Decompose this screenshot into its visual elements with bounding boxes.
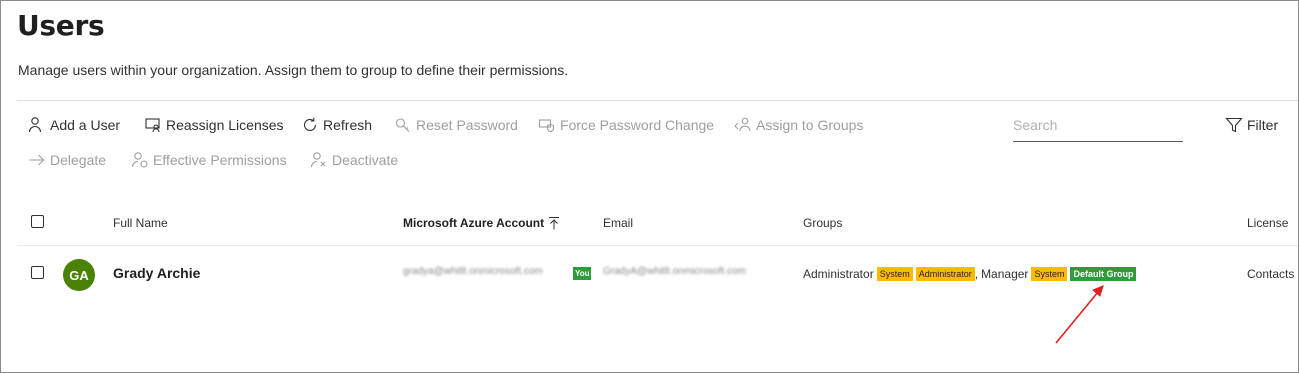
people-icon	[734, 117, 751, 132]
azure-account-value: gradya@whitlt.onmicrosoft.com	[403, 266, 543, 277]
shield-icon	[538, 119, 555, 133]
users-page: Users Manage users within your organizat…	[0, 0, 1299, 373]
filter-icon	[1225, 117, 1243, 133]
you-badge: You	[573, 267, 591, 280]
tag-administrator: Administrator	[915, 267, 975, 281]
license-value: Contacts	[1247, 267, 1295, 281]
column-header-full-name[interactable]: Full Name	[113, 216, 168, 230]
refresh-label: Refresh	[323, 117, 373, 133]
delegate-button[interactable]: Delegate	[28, 148, 106, 172]
reset-password-button[interactable]: Reset Password	[394, 113, 518, 137]
person-remove-icon	[310, 152, 326, 168]
filter-label: Filter	[1247, 117, 1279, 133]
refresh-icon	[303, 117, 317, 131]
red-arrow-icon	[1055, 285, 1104, 344]
reassign-licenses-label: Reassign Licenses	[166, 117, 284, 133]
page-title: Users	[17, 9, 105, 42]
header-row-divider	[17, 245, 1298, 246]
tag-system: System	[876, 267, 913, 281]
column-header-azure-account[interactable]: Microsoft Azure Account	[403, 216, 560, 230]
email-value: GradyA@whitlt.onmicrosoft.com	[603, 266, 746, 277]
key-icon	[395, 118, 410, 132]
reassign-licenses-button[interactable]: Reassign Licenses	[144, 113, 284, 137]
avatar: GA	[63, 259, 95, 291]
deactivate-button[interactable]: Deactivate	[310, 148, 398, 172]
user-full-name[interactable]: Grady Archie	[113, 265, 200, 281]
search-placeholder: Search	[1013, 117, 1058, 133]
reassign-licenses-icon	[145, 118, 160, 133]
person-settings-icon	[131, 152, 148, 168]
azure-account-header-label: Microsoft Azure Account	[403, 216, 545, 230]
deactivate-label: Deactivate	[332, 152, 399, 168]
add-user-label: Add a User	[50, 117, 121, 133]
column-header-email[interactable]: Email	[603, 216, 633, 230]
row-checkbox[interactable]	[31, 266, 44, 279]
delegate-label: Delegate	[50, 152, 107, 168]
header-divider	[17, 100, 1298, 101]
group-name-administrator: Administrator	[803, 267, 874, 281]
column-header-license[interactable]: License	[1247, 216, 1288, 230]
arrow-right-icon	[29, 154, 45, 166]
column-header-groups[interactable]: Groups	[803, 216, 842, 230]
add-user-button[interactable]: Add a User	[28, 113, 120, 137]
filter-button[interactable]: Filter	[1225, 113, 1278, 137]
force-password-change-button[interactable]: Force Password Change	[538, 113, 714, 137]
refresh-button[interactable]: Refresh	[301, 113, 372, 137]
search-input[interactable]: Search	[1013, 113, 1183, 142]
group-separator: ,	[974, 267, 979, 281]
effective-permissions-button[interactable]: Effective Permissions	[131, 148, 287, 172]
assign-to-groups-label: Assign to Groups	[756, 117, 864, 133]
effective-permissions-label: Effective Permissions	[153, 152, 287, 168]
page-subtitle: Manage users within your organization. A…	[18, 62, 569, 78]
assign-to-groups-button[interactable]: Assign to Groups	[734, 113, 863, 137]
sort-ascending-icon	[549, 217, 560, 230]
reset-password-label: Reset Password	[416, 117, 518, 133]
person-add-icon	[28, 117, 42, 133]
select-all-checkbox[interactable]	[31, 215, 44, 228]
force-password-change-label: Force Password Change	[560, 117, 715, 133]
